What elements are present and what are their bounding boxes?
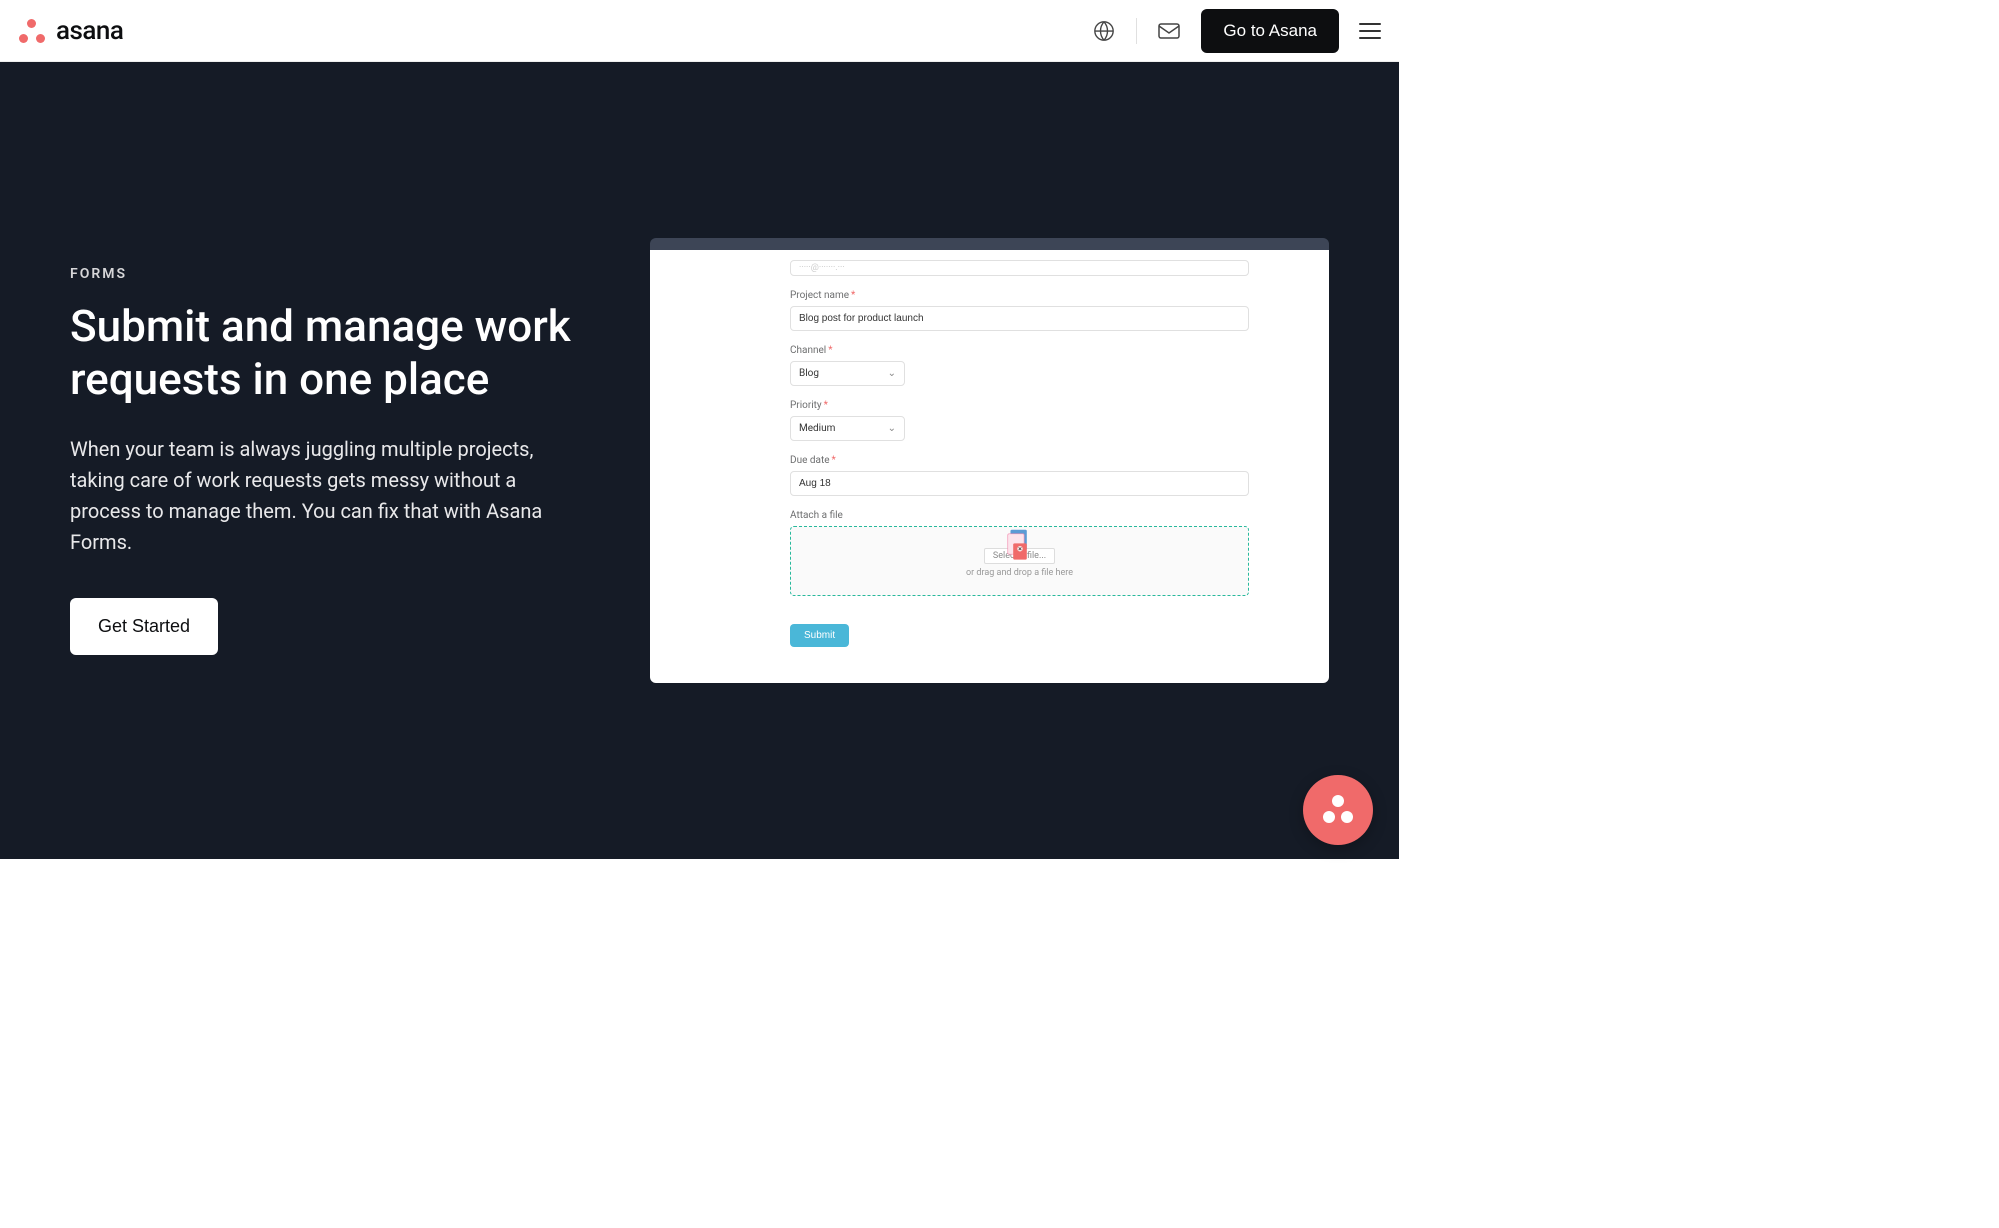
email-field-truncated: ·····@·······.···	[790, 260, 1249, 276]
due-date-field: Due date *	[790, 455, 1249, 496]
project-name-field: Project name *	[790, 290, 1249, 331]
globe-icon[interactable]	[1092, 19, 1116, 43]
asana-dots-icon	[1321, 795, 1355, 825]
asana-logo-icon	[18, 17, 46, 45]
priority-select[interactable]: Medium ⌄	[790, 416, 905, 441]
due-date-input[interactable]	[790, 471, 1249, 496]
required-marker: *	[832, 455, 836, 466]
required-marker: *	[828, 345, 832, 356]
site-header: asana Go to Asana	[0, 0, 1399, 62]
mail-icon[interactable]	[1157, 19, 1181, 43]
chevron-down-icon: ⌄	[888, 423, 896, 434]
hero-description: When your team is always juggling multip…	[70, 434, 590, 558]
channel-label: Channel	[790, 345, 826, 356]
hero-eyebrow: FORMS	[70, 266, 590, 282]
priority-field: Priority * Medium ⌄	[790, 400, 1249, 441]
required-marker: *	[824, 400, 828, 411]
get-started-button[interactable]: Get Started	[70, 598, 218, 655]
header-divider	[1136, 18, 1137, 44]
go-to-asana-button[interactable]: Go to Asana	[1201, 9, 1339, 53]
dropzone-hint: or drag and drop a file here	[966, 568, 1073, 578]
file-dropzone[interactable]: Select a file... or drag and drop a file…	[790, 526, 1249, 596]
chat-launcher-button[interactable]	[1303, 775, 1373, 845]
priority-label: Priority	[790, 400, 822, 411]
project-name-label: Project name	[790, 290, 849, 301]
hero-section: FORMS Submit and manage work requests in…	[0, 62, 1399, 859]
attach-label: Attach a file	[790, 510, 843, 521]
hero-title: Submit and manage work requests in one p…	[70, 300, 590, 406]
due-date-label: Due date	[790, 455, 830, 466]
brand-logo[interactable]: asana	[18, 16, 123, 46]
priority-value: Medium	[799, 423, 835, 434]
file-drop-icon	[1006, 527, 1034, 561]
brand-name: asana	[56, 16, 123, 46]
required-marker: *	[851, 290, 855, 301]
hero-copy: FORMS Submit and manage work requests in…	[70, 266, 590, 655]
project-name-input[interactable]	[790, 306, 1249, 331]
submit-button[interactable]: Submit	[790, 624, 849, 647]
channel-value: Blog	[799, 368, 819, 379]
channel-field: Channel * Blog ⌄	[790, 345, 1249, 386]
channel-select[interactable]: Blog ⌄	[790, 361, 905, 386]
menu-icon[interactable]	[1359, 23, 1381, 39]
chevron-down-icon: ⌄	[888, 368, 896, 379]
attach-file-field: Attach a file Select a file... or drag a…	[790, 510, 1249, 596]
form-preview-card: ·····@·······.··· Project name * Channel…	[650, 238, 1329, 683]
header-actions: Go to Asana	[1092, 9, 1381, 53]
